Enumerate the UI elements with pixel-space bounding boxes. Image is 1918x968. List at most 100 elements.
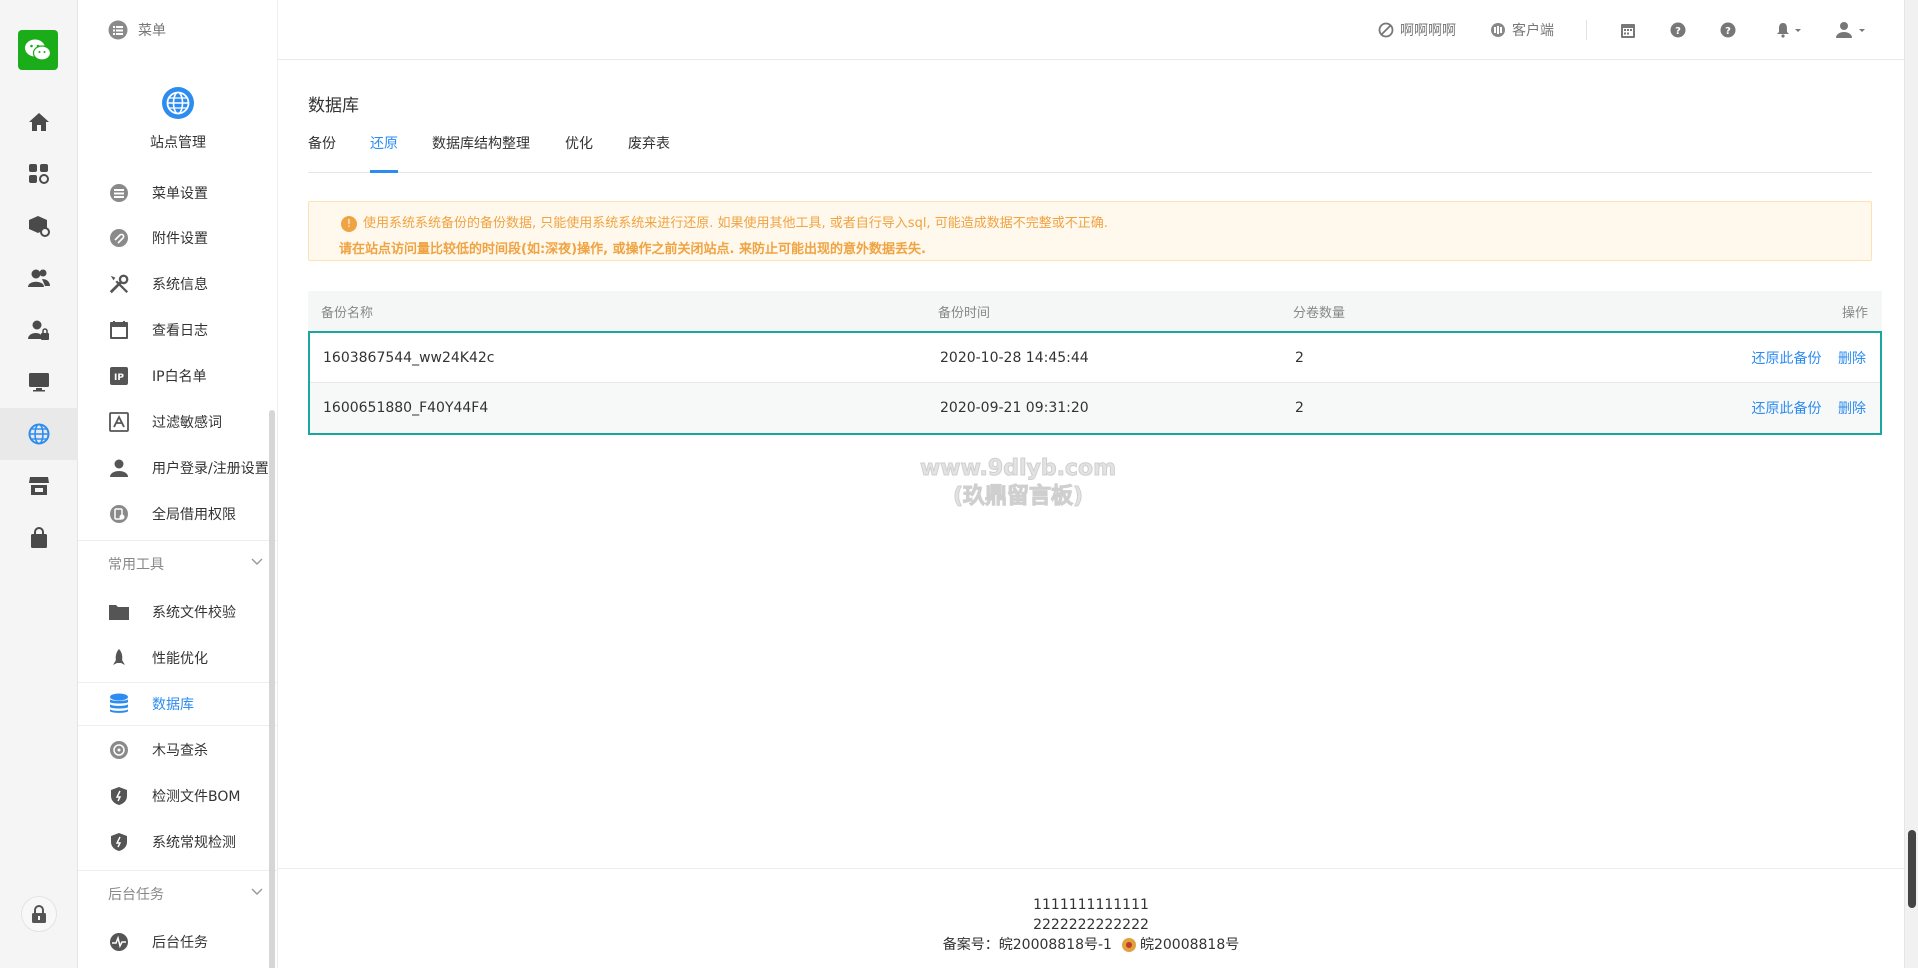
monitor-icon[interactable] (0, 356, 78, 408)
table-header: 备份名称 备份时间 分卷数量 操作 (308, 291, 1882, 331)
package-settings-icon[interactable] (0, 200, 78, 252)
list-icon (108, 20, 128, 40)
shopping-bag-icon[interactable] (0, 512, 78, 564)
page-scrollbar[interactable] (1904, 0, 1918, 968)
sidebar-item-file-check[interactable]: 系统文件校验 (78, 590, 277, 634)
sidebar-item-login-register-settings[interactable]: 用户登录/注册设置 (78, 446, 277, 490)
group-background-tasks[interactable]: 后台任务 (78, 870, 277, 916)
lock-icon[interactable] (21, 896, 57, 932)
sidebar-scrollbar[interactable] (269, 410, 275, 968)
restore-backup-link[interactable]: 还原此备份 (1752, 401, 1822, 417)
backup-time: 2020-10-28 14:45:44 (940, 349, 1089, 366)
sidebar-item-ip-whitelist[interactable]: IP IP白名单 (78, 354, 277, 398)
globe-icon[interactable] (0, 408, 78, 460)
help-icon[interactable]: ? (1670, 0, 1686, 60)
store-icon[interactable] (0, 460, 78, 512)
ban-icon (1378, 22, 1394, 38)
shield-scan-icon (108, 739, 130, 761)
sidebar-item-filter-words[interactable]: 过滤敏感词 (78, 400, 277, 444)
paperclip-icon (108, 227, 130, 249)
sidebar-item-global-borrow-permission[interactable]: 全局借用权限 (78, 492, 277, 536)
svg-text:IP: IP (114, 373, 124, 383)
tab-optimize[interactable]: 优化 (565, 133, 593, 173)
apps-settings-icon[interactable] (0, 148, 78, 200)
user-account-link[interactable]: 啊啊啊啊 (1378, 0, 1456, 60)
sidebar-item-label: 全局借用权限 (152, 507, 236, 523)
table-row: 1603867544_ww24K42c 2020-10-28 14:45:44 … (310, 333, 1880, 383)
sidebar-item-label: 检测文件BOM (152, 789, 241, 805)
sidebar-item-label: 查看日志 (152, 323, 208, 339)
sidebar-item-menu-settings[interactable]: 菜单设置 (78, 171, 277, 215)
app: 菜单 站点管理 菜单设置 附件设置 系统信息 查看日志 IP IP白名单 过滤敏… (0, 0, 1918, 968)
watermark-line-2: (玖鼎留言板) (952, 484, 1084, 510)
column-header: 分卷数量 (1293, 305, 1346, 321)
users-icon[interactable] (0, 252, 78, 304)
group-common-tools[interactable]: 常用工具 (78, 540, 277, 586)
tab-bar: 备份 还原 数据库结构整理 优化 废弃表 (308, 133, 1872, 173)
column-header: 操作 (1841, 305, 1868, 321)
tab-restore[interactable]: 还原 (370, 133, 398, 173)
sidebar-item-routine-check[interactable]: 系统常规检测 (78, 820, 277, 864)
calendar-icon[interactable] (1620, 0, 1636, 60)
header-divider (1586, 20, 1587, 40)
site-management[interactable]: 站点管理 (78, 86, 277, 166)
sidebar-item-attachment-settings[interactable]: 附件设置 (78, 216, 277, 260)
sidebar-item-performance[interactable]: 性能优化 (78, 636, 277, 680)
wechat-logo-icon[interactable] (18, 30, 58, 70)
delete-backup-link[interactable]: 删除 (1838, 401, 1866, 417)
sidebar-item-label: 系统文件校验 (152, 605, 236, 621)
alert-line-1: 使用系统系统备份的备份数据, 只能使用系统系统来进行还原. 如果使用其他工具, … (363, 216, 1108, 231)
folder-icon (108, 601, 130, 623)
sidebar-item-background-task[interactable]: 后台任务 (78, 920, 277, 964)
calendar-icon (108, 319, 130, 341)
sidebar-item-view-logs[interactable]: 查看日志 (78, 308, 277, 352)
home-icon[interactable] (0, 96, 78, 148)
tools-icon (108, 273, 130, 295)
rocket-icon (108, 647, 130, 669)
user-account-label: 啊啊啊啊 (1400, 23, 1456, 39)
sidebar-item-label: IP白名单 (152, 369, 207, 385)
tab-backup[interactable]: 备份 (308, 133, 336, 173)
sidebar-item-label: 系统信息 (152, 277, 208, 293)
shield-icon (108, 785, 130, 807)
sidebar-item-database[interactable]: 数据库 (78, 682, 277, 726)
user-avatar-icon[interactable] (1836, 0, 1868, 60)
svg-text:?: ? (1675, 26, 1681, 37)
notification-bell-icon[interactable] (1776, 0, 1802, 60)
warning-icon: ! (341, 216, 357, 232)
column-header: 备份名称 (321, 305, 374, 321)
alert-line-2: 请在站点访问量比较低的时间段(如:深夜)操作, 或操作之前关闭站点. 来防止可能… (339, 242, 926, 257)
sidebar-item-label: 用户登录/注册设置 (152, 461, 269, 477)
tab-deprecated-tables[interactable]: 废弃表 (628, 133, 670, 173)
backup-name: 1600651880_F40Y44F4 (323, 400, 489, 416)
tab-structure[interactable]: 数据库结构整理 (432, 133, 530, 173)
sidebar-item-bom-check[interactable]: 检测文件BOM (78, 774, 277, 818)
page-title: 数据库 (308, 96, 359, 116)
table-body: 1603867544_ww24K42c 2020-10-28 14:45:44 … (308, 331, 1882, 435)
delete-backup-link[interactable]: 删除 (1838, 351, 1866, 367)
restore-backup-link[interactable]: 还原此备份 (1752, 351, 1822, 367)
sidebar-item-system-info[interactable]: 系统信息 (78, 262, 277, 306)
top-header: 啊啊啊啊 客户端 ? ? (278, 0, 1918, 60)
backup-time: 2020-09-21 09:31:20 (940, 400, 1089, 416)
client-link[interactable]: 客户端 (1490, 0, 1554, 60)
volume-count: 2 (1295, 349, 1304, 366)
police-record-link[interactable]: 皖20008818号 (1140, 935, 1239, 955)
chevron-down-icon (251, 558, 263, 565)
warning-alert: ! 使用系统系统备份的备份数据, 只能使用系统系统来进行还原. 如果使用其他工具… (308, 201, 1872, 261)
list-icon (108, 182, 130, 204)
sidebar-item-label: 附件设置 (152, 231, 208, 247)
sidebar-item-label: 数据库 (152, 697, 194, 713)
help-icon[interactable]: ? (1720, 0, 1736, 60)
icp-record-link[interactable]: 备案号：皖20008818号-1 (943, 935, 1112, 955)
scrollbar-thumb[interactable] (1908, 830, 1916, 908)
client-label: 客户端 (1512, 23, 1554, 39)
filter-text-icon (108, 411, 130, 433)
sidebar-item-trojan-scan[interactable]: 木马查杀 (78, 728, 277, 772)
icon-rail (0, 0, 78, 968)
permission-icon (108, 503, 130, 525)
activity-icon (108, 931, 130, 953)
user-lock-icon[interactable] (0, 304, 78, 356)
menu-toggle[interactable]: 菜单 (78, 0, 277, 60)
client-icon (1491, 23, 1505, 37)
